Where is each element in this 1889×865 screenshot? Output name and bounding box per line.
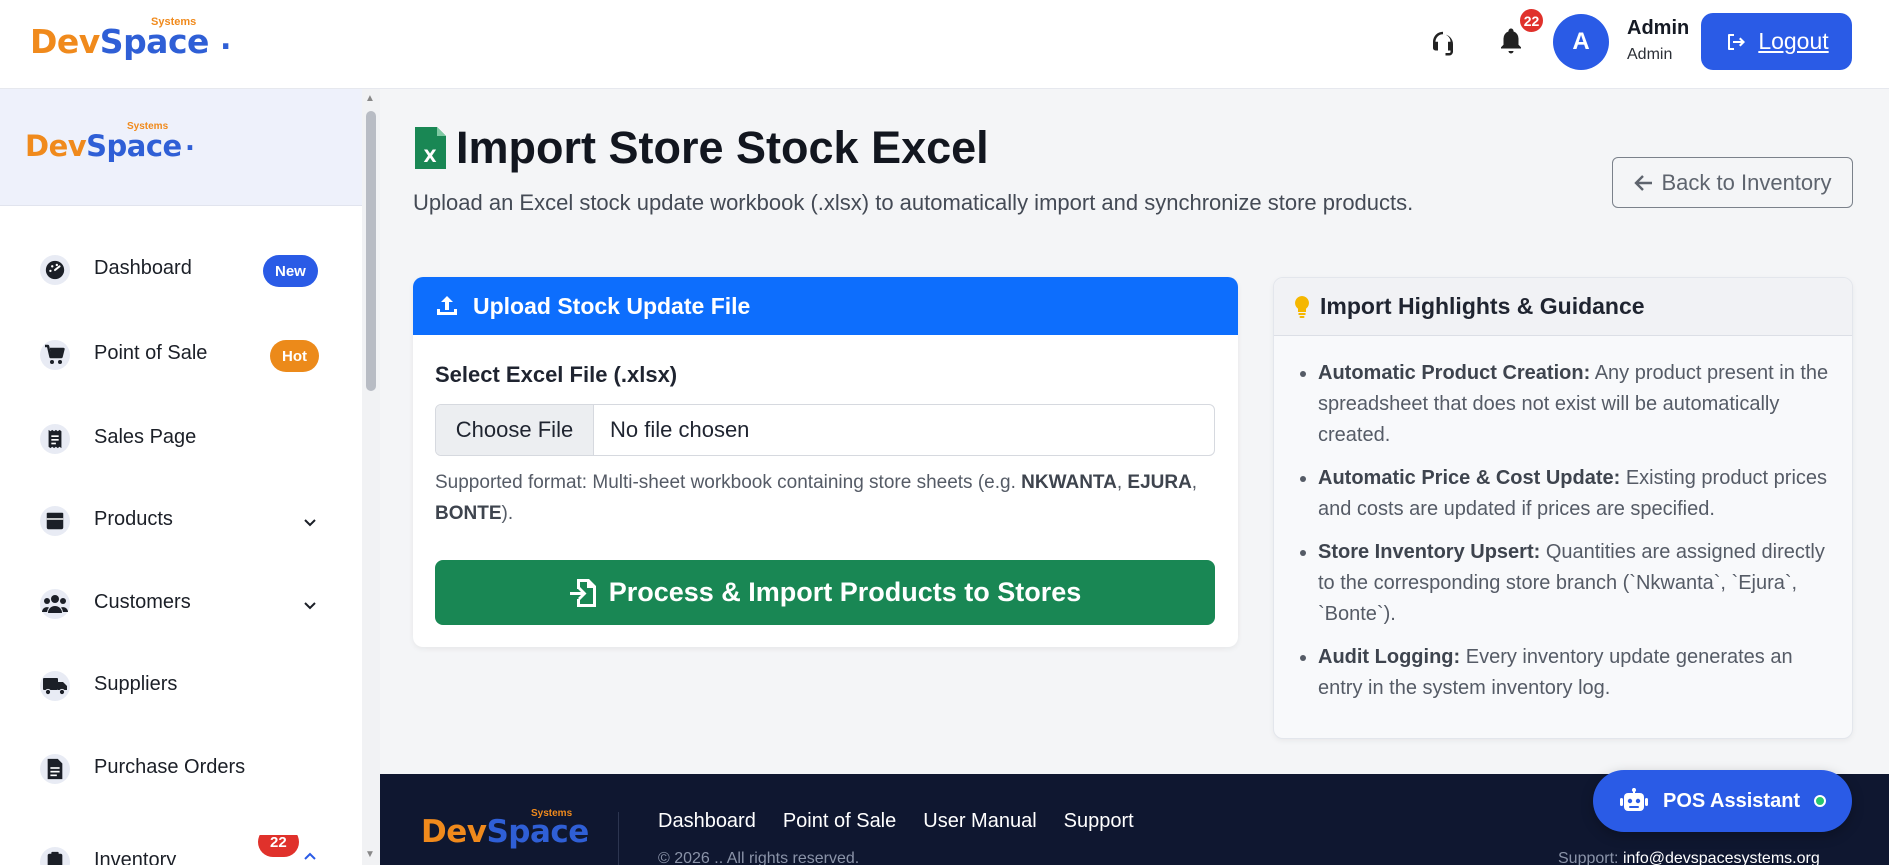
online-status-dot: [1814, 795, 1827, 807]
choose-file-button[interactable]: Choose File: [436, 405, 594, 455]
truck-icon: [40, 671, 70, 701]
sidebar: DevSpace Systems . Dashboard New Point o…: [0, 89, 380, 865]
sidebar-item-customers[interactable]: Customers: [0, 573, 362, 633]
guidance-list: Automatic Product Creation: Any product …: [1318, 358, 1838, 716]
list-item: Automatic Product Creation: Any product …: [1318, 358, 1838, 451]
sidebar-scroll-thumb[interactable]: [366, 111, 376, 391]
sidebar-brand-logo[interactable]: DevSpace Systems .: [25, 121, 195, 163]
sidebar-item-point-of-sale[interactable]: Point of Sale Hot: [0, 324, 362, 384]
footer-links: Dashboard Point of Sale User Manual Supp…: [658, 810, 1134, 833]
copyright-text: © 2026 .. All rights reserved.: [658, 850, 860, 865]
process-import-button[interactable]: Process & Import Products to Stores: [435, 560, 1215, 625]
file-excel-icon: X: [415, 127, 446, 169]
sidebar-item-inventory[interactable]: Inventory 22: [0, 835, 362, 865]
sidebar-item-products[interactable]: Products: [0, 490, 362, 550]
document-icon: [40, 754, 70, 784]
dashboard-icon: [40, 255, 70, 285]
sidebar-item-suppliers[interactable]: Suppliers: [0, 655, 362, 715]
sidebar-item-sales-page[interactable]: Sales Page: [0, 408, 362, 468]
scroll-down-arrow-icon[interactable]: ▼: [365, 849, 375, 860]
excel-file-input[interactable]: Choose File No file chosen: [435, 404, 1215, 456]
new-badge: New: [263, 255, 318, 287]
svg-text:X: X: [423, 147, 436, 167]
page-subtitle: Upload an Excel stock update workbook (.…: [413, 190, 1414, 215]
top-navbar: DevSpace Systems . 22 A Admin Admin Logo…: [0, 0, 1889, 89]
page-scrollbar[interactable]: [1871, 89, 1889, 774]
receipt-icon: [40, 424, 70, 454]
logout-icon: [1728, 33, 1746, 50]
sidebar-item-dashboard[interactable]: Dashboard New: [0, 239, 362, 299]
list-item: Automatic Price & Cost Update: Existing …: [1318, 463, 1838, 525]
headset-icon[interactable]: [1428, 28, 1458, 58]
guidance-card-header: Import Highlights & Guidance: [1274, 278, 1852, 336]
arrow-left-icon: [1633, 174, 1652, 191]
footer-divider: [618, 812, 619, 865]
brand-logo[interactable]: DevSpace Systems .: [30, 16, 231, 61]
logout-label: Logout: [1758, 28, 1829, 54]
users-icon: [40, 589, 70, 619]
avatar[interactable]: A: [1553, 14, 1609, 70]
robot-icon: [1620, 788, 1648, 811]
footer-link-support[interactable]: Support: [1064, 810, 1134, 833]
brand-logo-dot: .: [220, 22, 231, 57]
clipboard-icon: [40, 847, 70, 865]
sidebar-item-purchase-orders[interactable]: Purchase Orders: [0, 738, 362, 798]
pos-assistant-button[interactable]: POS Assistant: [1593, 770, 1852, 832]
support-contact: Support: info@devspacesystems.org: [1558, 850, 1820, 865]
chevron-down-icon: [304, 519, 316, 527]
chevron-down-icon: [304, 602, 316, 610]
lightbulb-icon: [1295, 295, 1309, 318]
brand-logo-systems: Systems: [151, 16, 197, 28]
footer-link-point-of-sale[interactable]: Point of Sale: [783, 810, 896, 833]
cart-icon: [40, 340, 70, 370]
file-import-icon: [569, 578, 596, 607]
file-status-text: No file chosen: [610, 417, 750, 442]
upload-card: Upload Stock Update File Select Excel Fi…: [413, 277, 1238, 647]
file-field-label: Select Excel File (.xlsx): [435, 362, 678, 387]
hot-badge: Hot: [270, 340, 319, 372]
support-email-link[interactable]: info@devspacesystems.org: [1623, 850, 1820, 865]
back-to-inventory-button[interactable]: Back to Inventory: [1612, 157, 1853, 208]
upload-card-header: Upload Stock Update File: [413, 277, 1238, 335]
footer-link-dashboard[interactable]: Dashboard: [658, 810, 756, 833]
list-item: Audit Logging: Every inventory update ge…: [1318, 642, 1838, 704]
sidebar-header: DevSpace Systems .: [0, 89, 362, 206]
notification-count-badge: 22: [1518, 7, 1545, 34]
main-content: X Import Store Stock Excel Upload an Exc…: [380, 89, 1889, 774]
inventory-count-badge: 22: [258, 835, 299, 857]
chevron-up-icon: [304, 852, 316, 860]
upload-icon: [437, 296, 457, 315]
list-item: Store Inventory Upsert: Quantities are a…: [1318, 537, 1838, 630]
user-name: Admin: [1627, 17, 1690, 39]
user-role: Admin: [1627, 46, 1673, 63]
guidance-card: Import Highlights & Guidance Automatic P…: [1273, 277, 1853, 739]
footer-brand-logo[interactable]: DevSpace Systems: [421, 808, 589, 850]
scroll-up-arrow-icon[interactable]: ▲: [365, 93, 375, 104]
page-title: Import Store Stock Excel: [456, 122, 989, 173]
footer-link-user-manual[interactable]: User Manual: [923, 810, 1036, 833]
logout-button[interactable]: Logout: [1701, 13, 1852, 70]
box-icon: [40, 506, 70, 536]
supported-format-help: Supported format: Multi-sheet workbook c…: [435, 472, 1198, 524]
